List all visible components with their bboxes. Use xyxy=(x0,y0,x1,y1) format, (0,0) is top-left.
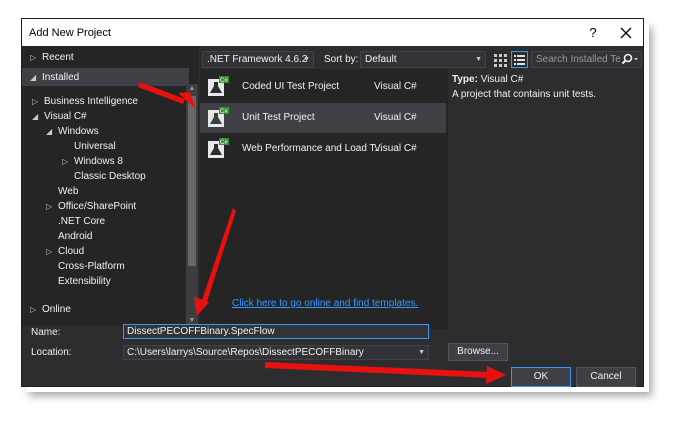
scroll-up-icon[interactable]: ▲ xyxy=(186,84,198,94)
browse-button[interactable]: Browse... xyxy=(448,343,508,361)
tree-item-cross-platform[interactable]: Cross-Platform xyxy=(46,259,125,274)
tree-item-recent[interactable]: ▷ Recent xyxy=(30,50,74,65)
tree-item-visual-csharp[interactable]: ◢ Visual C# xyxy=(32,109,87,124)
template-unit-test[interactable]: C# Unit Test Project Visual C# xyxy=(200,103,446,133)
tree-item-business-intelligence[interactable]: ▷ Business Intelligence xyxy=(32,94,138,109)
template-web-performance[interactable]: C# Web Performance and Load T... Visual … xyxy=(200,134,446,164)
name-label: Name: xyxy=(31,327,61,338)
title-bar: Add New Project ? xyxy=(22,19,643,46)
tree-item-net-core[interactable]: .NET Core xyxy=(46,214,105,229)
expand-arrow-icon: ▷ xyxy=(32,97,39,106)
template-type: Type: Visual C# xyxy=(452,74,524,85)
online-templates-link[interactable]: Click here to go online and find templat… xyxy=(232,298,418,309)
template-list: C# Coded UI Test Project Visual C# C# Un… xyxy=(200,69,448,329)
help-button[interactable]: ? xyxy=(583,23,603,43)
template-tree: ▷ Recent ◢ Installed ▷ Business Intelligenc… xyxy=(22,46,199,326)
framework-dropdown[interactable]: .NET Framework 4.6.2 ▼ xyxy=(202,51,314,68)
dialog-title: Add New Project xyxy=(29,27,111,39)
ok-button[interactable]: OK xyxy=(511,367,571,387)
expand-arrow-icon: ▷ xyxy=(30,305,37,314)
tree-item-online[interactable]: ▷ Online xyxy=(30,302,71,317)
tree-item-installed[interactable]: ◢ Installed xyxy=(30,70,79,85)
tree-item-classic-desktop[interactable]: Classic Desktop xyxy=(62,169,146,184)
cancel-button[interactable]: Cancel xyxy=(576,367,636,387)
tree-item-windows[interactable]: ◢ Windows xyxy=(46,124,99,139)
expand-arrow-icon: ▷ xyxy=(46,202,53,211)
test-flask-icon: C# xyxy=(207,138,229,160)
sort-by-label: Sort by: xyxy=(324,54,359,65)
location-input[interactable]: C:\Users\larrys\Source\Repos\DissectPECO… xyxy=(123,345,429,360)
tree-item-windows-8[interactable]: ▷ Windows 8 xyxy=(62,154,123,169)
expand-arrow-icon: ▷ xyxy=(30,53,37,62)
tree-item-cloud[interactable]: ▷ Cloud xyxy=(46,244,84,259)
name-input[interactable]: DissectPECOFFBinary.SpecFlow xyxy=(123,324,429,339)
collapse-arrow-icon: ◢ xyxy=(46,127,53,136)
close-icon[interactable] xyxy=(616,23,636,43)
chevron-down-icon[interactable]: ▼ xyxy=(418,346,425,359)
tree-item-extensibility[interactable]: Extensibility xyxy=(46,274,111,289)
tree-item-android[interactable]: Android xyxy=(46,229,92,244)
svg-text:C#: C# xyxy=(220,140,228,146)
expand-arrow-icon: ▷ xyxy=(62,157,69,166)
scrollbar-thumb[interactable] xyxy=(188,96,196,266)
tree-item-web[interactable]: Web xyxy=(46,184,78,199)
svg-text:C#: C# xyxy=(220,109,228,115)
grid-view-icon[interactable] xyxy=(492,52,508,68)
add-new-project-dialog: Add New Project ? ▷ Recent ◢ Installed ▷ Bu… xyxy=(21,18,644,387)
expand-arrow-icon: ▷ xyxy=(46,247,53,256)
tree-scrollbar[interactable]: ▲ ▼ xyxy=(186,84,198,326)
search-icon[interactable] xyxy=(620,52,640,67)
sort-by-dropdown[interactable]: Default ▼ xyxy=(360,51,486,68)
test-flask-icon: C# xyxy=(207,107,229,129)
test-flask-icon: C# xyxy=(207,76,229,98)
location-label: Location: xyxy=(31,347,72,358)
collapse-arrow-icon: ◢ xyxy=(30,73,37,82)
collapse-arrow-icon: ◢ xyxy=(32,112,39,121)
tree-item-universal[interactable]: Universal xyxy=(62,139,116,154)
template-details: Type: Visual C# A project that contains … xyxy=(452,74,596,100)
svg-text:C#: C# xyxy=(220,78,228,84)
chevron-down-icon: ▼ xyxy=(475,56,482,63)
template-coded-ui-test[interactable]: C# Coded UI Test Project Visual C# xyxy=(200,72,446,102)
chevron-down-icon: ▼ xyxy=(303,56,310,63)
tree-item-office-sharepoint[interactable]: ▷ Office/SharePoint xyxy=(46,199,136,214)
template-description: A project that contains unit tests. xyxy=(452,89,596,100)
list-view-icon[interactable] xyxy=(511,51,528,68)
